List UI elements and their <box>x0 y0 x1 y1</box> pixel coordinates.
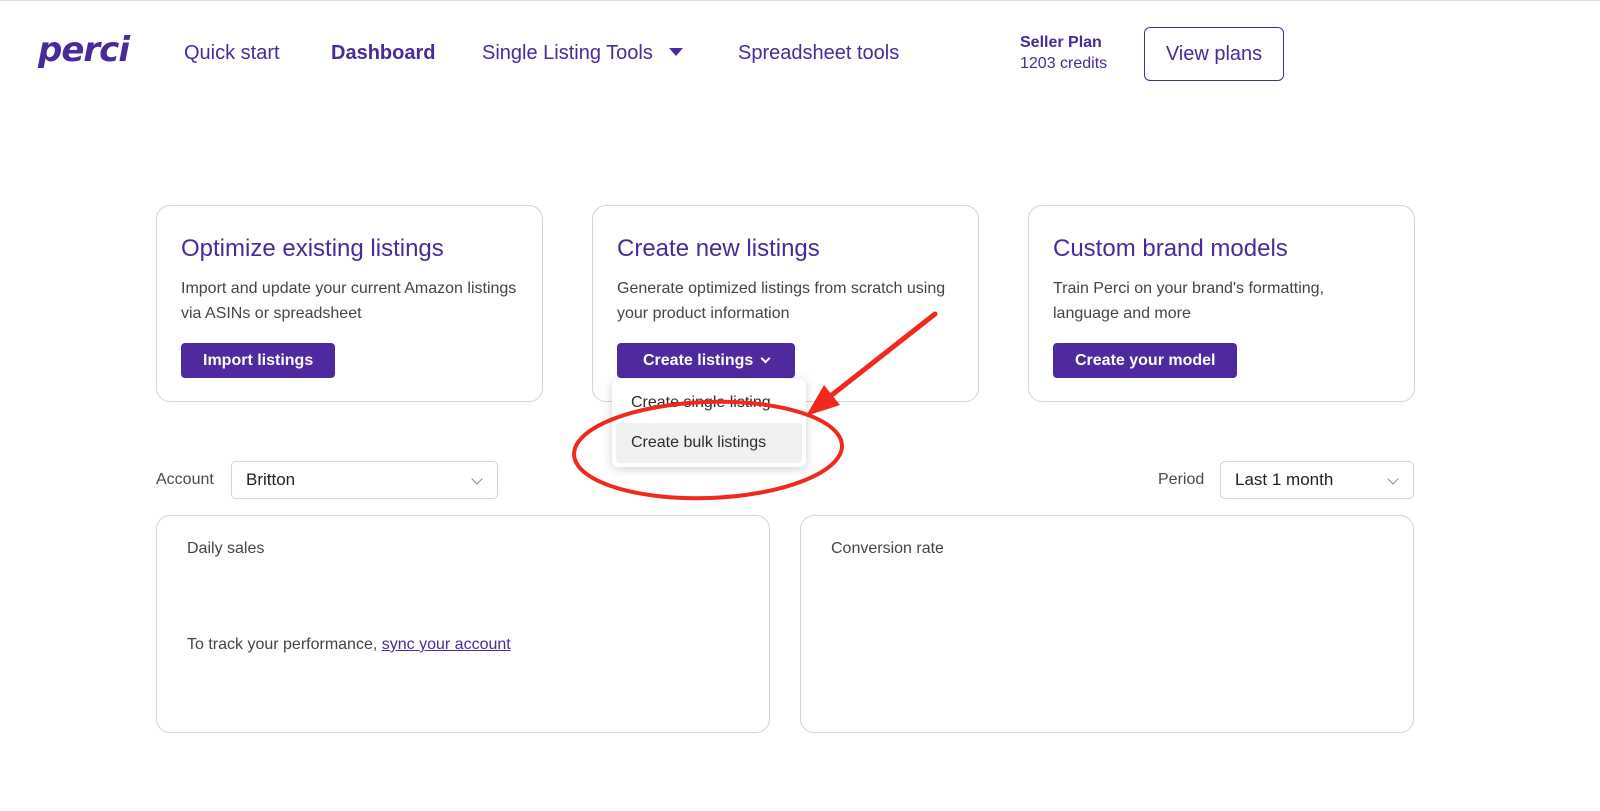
menu-item-create-bulk[interactable]: Create bulk listings <box>616 423 802 463</box>
daily-sales-panel: Daily sales To track your performance, s… <box>156 515 770 733</box>
period-label: Period <box>1158 471 1205 488</box>
chevron-down-icon <box>1387 473 1399 485</box>
create-listings-menu: Create single listing Create bulk listin… <box>612 379 806 467</box>
nav-quick-start[interactable]: Quick start <box>184 42 280 65</box>
card-title: Custom brand models <box>1053 235 1288 262</box>
account-select[interactable]: Britton <box>231 461 498 499</box>
plan-name: Seller Plan <box>1020 34 1102 51</box>
conversion-rate-panel: Conversion rate <box>800 515 1414 733</box>
account-label: Account <box>156 471 214 488</box>
card-create-new: Create new listings Generate optimized l… <box>592 205 979 402</box>
nav-single-listing-tools[interactable]: Single Listing Tools <box>482 42 683 65</box>
create-listings-label: Create listings <box>643 351 754 369</box>
account-value: Britton <box>246 470 296 489</box>
caret-down-icon <box>668 48 683 56</box>
credits-count: 1203 credits <box>1020 55 1108 72</box>
menu-item-create-single[interactable]: Create single listing <box>616 383 802 423</box>
nav-dashboard[interactable]: Dashboard <box>331 42 435 65</box>
period-select[interactable]: Last 1 month <box>1220 461 1414 499</box>
chevron-down-icon <box>471 473 483 485</box>
card-title: Optimize existing listings <box>181 235 444 262</box>
period-value: Last 1 month <box>1235 470 1334 489</box>
plan-info: Seller Plan 1203 credits <box>1020 33 1107 75</box>
create-model-button[interactable]: Create your model <box>1053 343 1238 378</box>
perci-logo[interactable]: perci <box>38 30 130 70</box>
card-description: Train Perci on your brand's formatting, … <box>1053 280 1325 322</box>
card-custom-brand: Custom brand models Train Perci on your … <box>1028 205 1415 402</box>
card-description: Import and update your current Amazon li… <box>181 280 517 322</box>
nav-single-listing-tools-label: Single Listing Tools <box>482 42 653 64</box>
chevron-down-icon <box>760 353 771 364</box>
track-performance-text: To track your performance, sync your acc… <box>187 636 511 654</box>
import-listings-button[interactable]: Import listings <box>181 343 336 378</box>
track-performance-label: To track your performance, <box>187 636 382 653</box>
card-optimize-existing: Optimize existing listings Import and up… <box>156 205 543 402</box>
create-listings-button[interactable]: Create listings <box>617 343 796 378</box>
nav-spreadsheet-tools[interactable]: Spreadsheet tools <box>738 42 899 65</box>
view-plans-button[interactable]: View plans <box>1144 27 1284 81</box>
card-title: Create new listings <box>617 235 820 262</box>
sync-account-link[interactable]: sync your account <box>382 636 511 653</box>
card-description: Generate optimized listings from scratch… <box>617 280 946 322</box>
panel-title: Daily sales <box>187 540 265 557</box>
top-border <box>0 0 1600 1</box>
panel-title: Conversion rate <box>831 540 944 557</box>
